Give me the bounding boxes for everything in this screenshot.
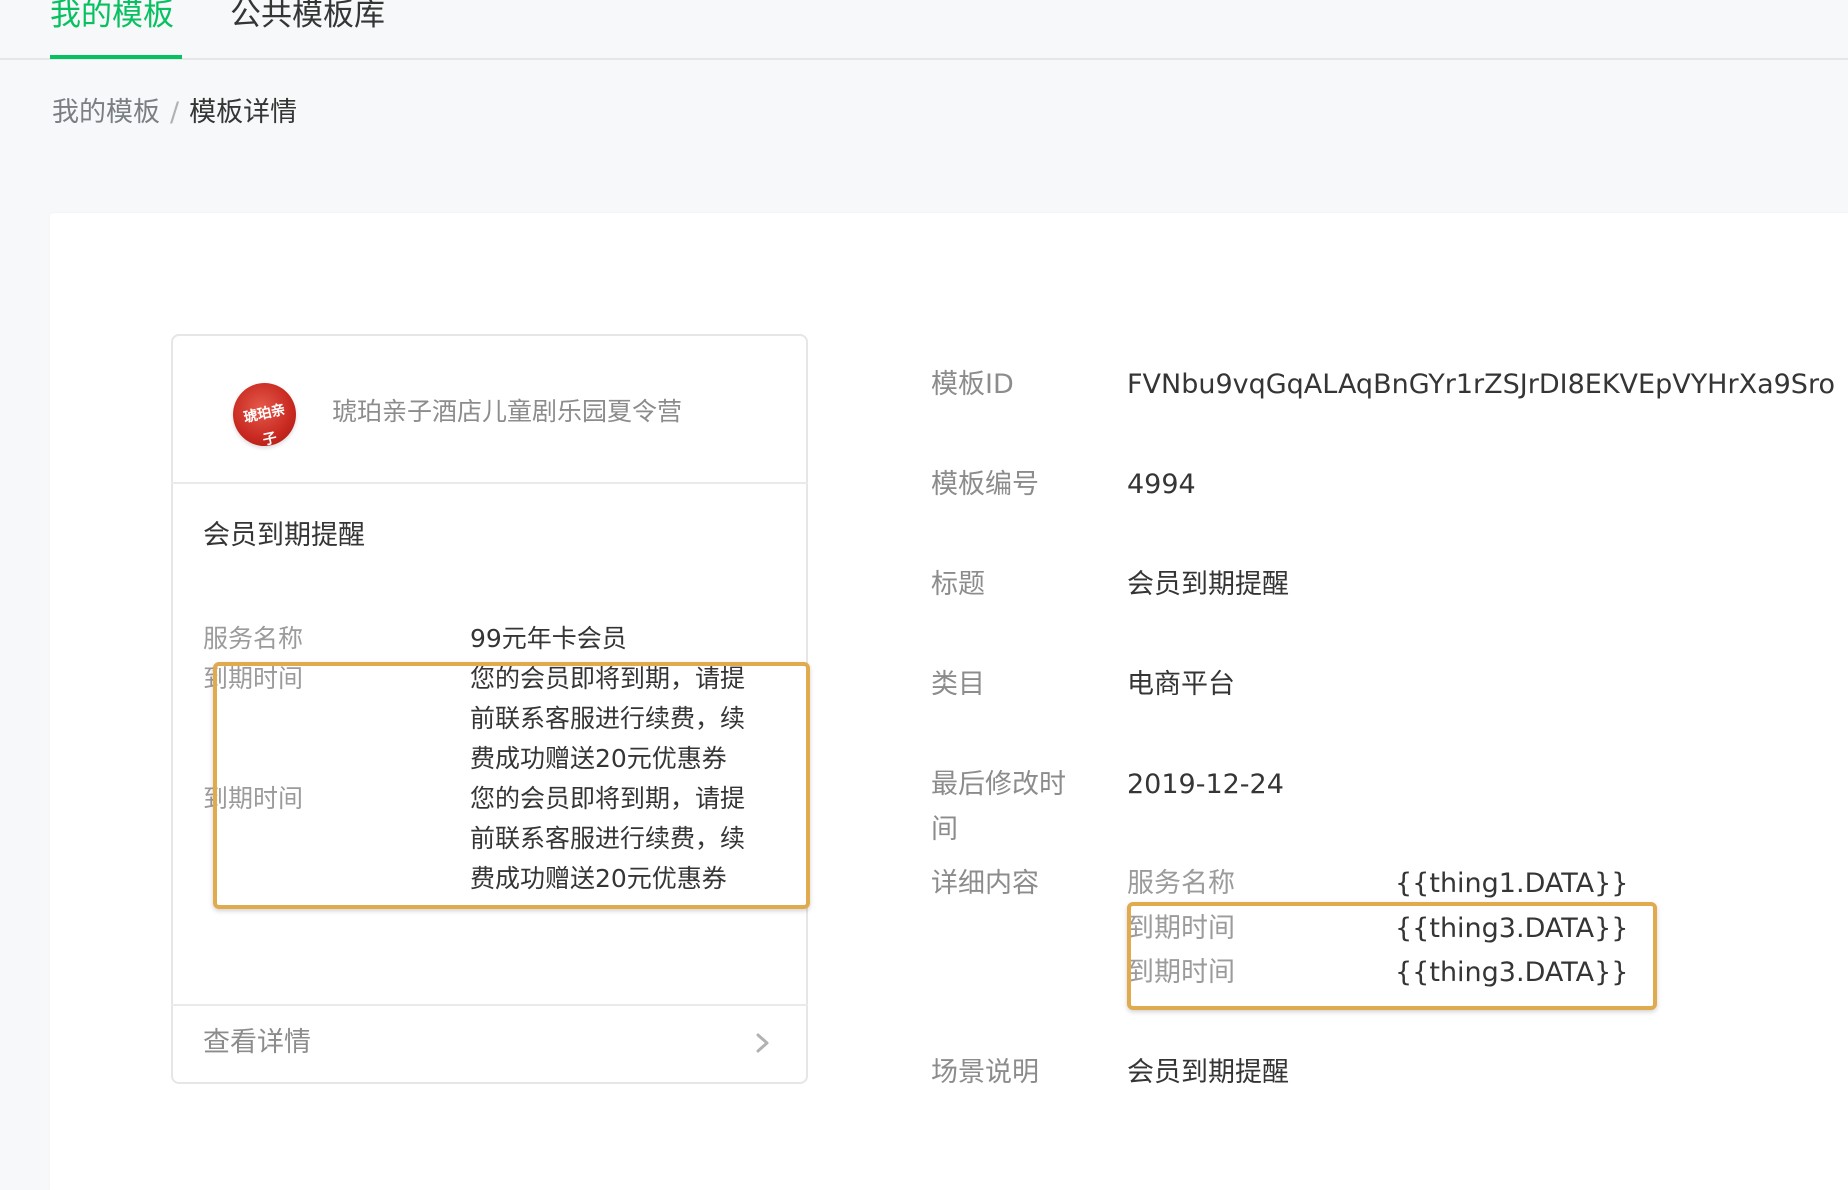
detail-content-label: 详细内容 <box>931 868 1039 899</box>
active-tab-indicator <box>50 55 182 59</box>
preview-title: 会员到期提醒 <box>203 520 365 551</box>
breadcrumb-separator: / <box>170 97 180 128</box>
title-value: 会员到期提醒 <box>1127 569 1289 600</box>
view-details-link[interactable]: 查看详情 <box>203 1023 311 1063</box>
content-field-name: 服务名称 <box>1127 868 1235 899</box>
breadcrumb-link-my-templates[interactable]: 我的模板 <box>52 97 160 128</box>
tab-bar: 我的模板 公共模板库 <box>0 0 1848 60</box>
breadcrumb-current: 模板详情 <box>189 97 298 128</box>
chevron-right-icon[interactable] <box>752 1033 772 1053</box>
last-modified-value: 2019-12-24 <box>1127 769 1284 800</box>
tab-my-templates[interactable]: 我的模板 <box>50 0 174 39</box>
highlight-box <box>213 662 810 909</box>
shop-logo-mark: 琥珀亲子 <box>242 401 287 446</box>
shop-logo: 琥珀亲子 <box>233 383 296 446</box>
preview-field-value: 99元年卡会员 <box>470 624 627 653</box>
title-label: 标题 <box>931 569 985 600</box>
scene-value: 会员到期提醒 <box>1127 1057 1289 1088</box>
last-modified-label: 最后修改时间 <box>931 769 1066 845</box>
preview-field-label: 服务名称 <box>203 624 304 653</box>
tab-public-library[interactable]: 公共模板库 <box>230 0 385 39</box>
content-field-key: {{thing1.DATA}} <box>1395 868 1629 899</box>
breadcrumb: 我的模板 / 模板详情 <box>52 93 297 133</box>
card-footer-divider <box>171 1004 808 1006</box>
card-header-divider <box>171 482 808 484</box>
scene-label: 场景说明 <box>931 1057 1039 1088</box>
template-id-label: 模板ID <box>931 369 1014 400</box>
category-label: 类目 <box>931 669 985 700</box>
template-number-label: 模板编号 <box>931 469 1039 500</box>
shop-name: 琥珀亲子酒店儿童剧乐园夏令营 <box>332 397 683 426</box>
template-id-value: FVNbu9vqGqALAqBnGYr1rZSJrDI8EKVEpVYHrXa9… <box>1127 369 1835 400</box>
highlight-box <box>1127 902 1657 1010</box>
category-value: 电商平台 <box>1127 669 1235 700</box>
template-number-value: 4994 <box>1127 469 1196 500</box>
